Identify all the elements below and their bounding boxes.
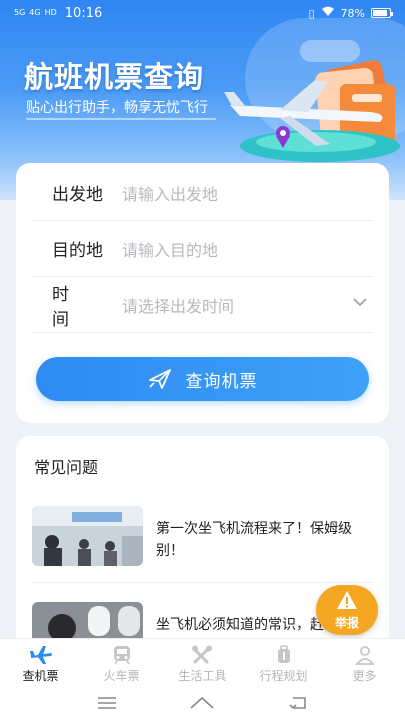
chevron-down-icon[interactable] [353,297,367,307]
tab-label: 更多 [352,669,377,683]
tab-label: 生活工具 [178,669,227,683]
home-icon[interactable] [190,696,215,710]
person-icon [354,646,375,665]
faq-item[interactable]: 第一次坐飞机流程来了！保姆级别！ [32,506,373,584]
luggage-icon [277,645,290,663]
search-flights-button[interactable]: 查询机票 [36,357,369,401]
plane-icon [29,646,52,664]
search-button-label: 查询机票 [185,371,258,392]
vibrate-icon: ▯ [308,6,315,20]
back-icon[interactable] [288,696,308,710]
faq-thumbnail-image [32,506,143,566]
date-label: 时间 [52,284,95,330]
signal-4g: 4G [29,8,41,17]
tab-train[interactable]: 火车票 [81,639,162,686]
page-title: 航班机票查询 [24,60,205,94]
tab-label: 火车票 [103,669,140,683]
status-time: 10:16 [64,5,103,21]
tools-icon [191,645,212,664]
signal-hd: HD [44,8,57,17]
warning-icon [337,591,357,609]
system-navigation-bar [0,686,405,720]
tab-life-tools[interactable]: 生活工具 [162,639,243,686]
battery-icon [371,8,393,18]
destination-input[interactable]: 请输入目的地 [122,237,218,261]
status-bar: 5G 4G HD 10:16 ▯ 78% [0,0,405,26]
signal-5g: 5G [14,8,26,17]
hero-subtitle-underline [26,118,216,120]
faq-title: 常见问题 [34,458,99,477]
tab-flights[interactable]: 查机票 [0,639,81,686]
departure-input[interactable]: 请输入出发地 [122,181,218,205]
flight-search-card: 出发地 请输入出发地 目的地 请输入目的地 时间 请选择出发时间 查询机票 [16,163,389,423]
tab-more[interactable]: 更多 [324,639,405,686]
departure-field[interactable]: 出发地 请输入出发地 [32,165,373,221]
divider [32,582,373,583]
report-label: 举报 [334,616,359,630]
departure-label: 出发地 [52,185,103,205]
train-icon [113,646,130,665]
tab-trip-planning[interactable]: 行程规划 [243,639,324,686]
bottom-tab-bar: 查机票 火车票 生活工具 行程规划 更多 [0,638,405,686]
report-button[interactable]: 举报 [316,585,378,635]
airplane-illustration [224,60,400,162]
faq-item-title: 第一次坐飞机流程来了！保姆级别！ [156,521,352,559]
tab-label: 查机票 [22,669,59,683]
date-picker[interactable]: 请选择出发时间 [122,293,234,317]
date-field[interactable]: 时间 请选择出发时间 [32,277,373,333]
menu-icon[interactable] [97,696,117,710]
tab-label: 行程规划 [259,669,308,683]
battery-percent: 78% [340,6,365,20]
hero-subtitle: 贴心出行助手，畅享无忧飞行 [26,100,208,116]
wifi-icon [321,6,335,20]
plane-icon [148,369,171,389]
destination-label: 目的地 [52,241,103,261]
destination-field[interactable]: 目的地 请输入目的地 [32,221,373,277]
